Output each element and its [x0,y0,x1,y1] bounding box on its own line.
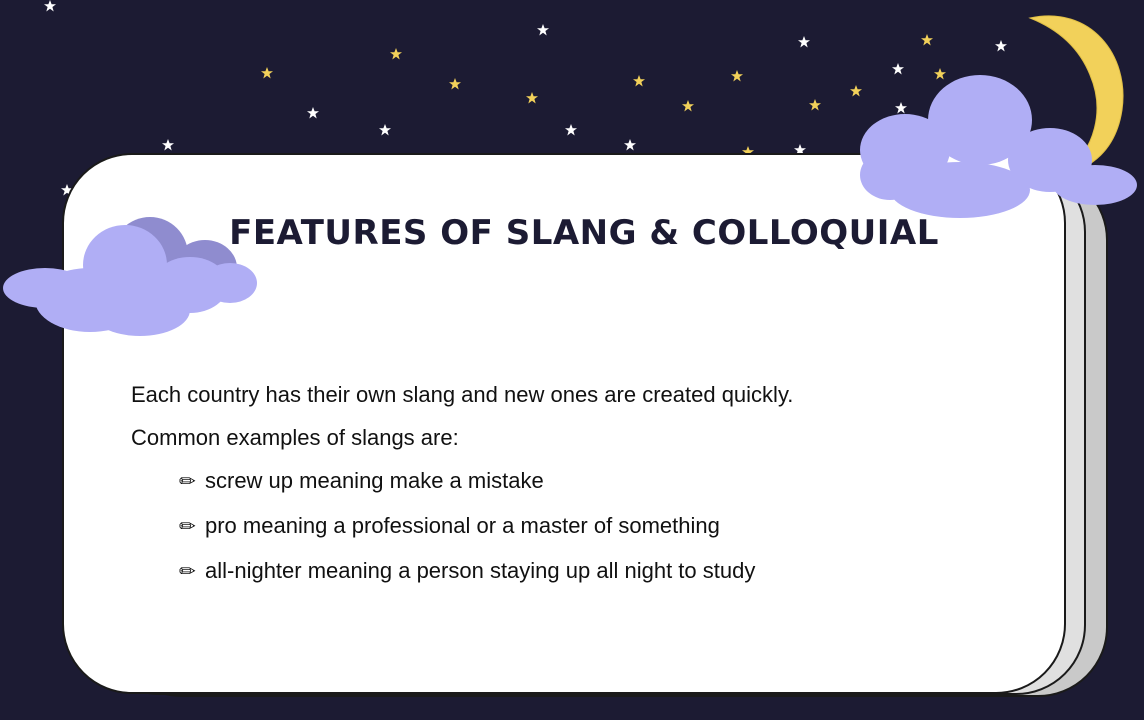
pencil-icon: ✏ [179,516,196,538]
slide-title: FEATURES OF SLANG & COLLOQUIAL [229,213,939,253]
bullet-item: ✏ pro meaning a professional or a master … [131,504,793,549]
bullet-item: ✏ screw up meaning make a mistake [131,459,793,504]
bullet-text: screw up meaning make a mistake [205,468,544,493]
bullet-text: all-nighter meaning a person staying up … [205,558,756,583]
intro-line-2: Common examples of slangs are: [131,425,459,450]
bullet-text: pro meaning a professional or a master o… [205,513,720,538]
pencil-icon: ✏ [179,471,196,493]
pencil-icon: ✏ [179,561,196,583]
slide-body: Each country has their own slang and new… [131,373,793,594]
intro-line-1: Each country has their own slang and new… [131,382,794,407]
bullet-item: ✏ all-nighter meaning a person staying up… [131,549,793,594]
